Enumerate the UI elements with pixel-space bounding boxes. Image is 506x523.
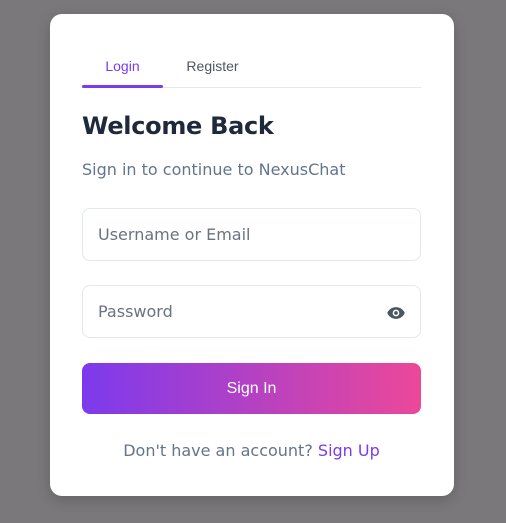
signup-prompt-text: Don't have an account? — [123, 441, 313, 460]
sign-in-button[interactable]: Sign In — [82, 363, 421, 414]
password-input[interactable] — [83, 286, 420, 337]
tab-login[interactable]: Login — [82, 54, 163, 88]
password-field — [82, 285, 421, 338]
page-title: Welcome Back — [82, 112, 274, 140]
page-subtitle: Sign in to continue to NexusChat — [82, 160, 346, 179]
tab-register-label: Register — [186, 58, 239, 74]
active-tab-indicator — [82, 85, 163, 88]
eye-icon[interactable] — [386, 303, 406, 323]
login-card: Login Register Welcome Back Sign in to c… — [50, 14, 454, 496]
signup-prompt: Don't have an account? Sign Up — [82, 441, 421, 460]
sign-up-link[interactable]: Sign Up — [318, 441, 380, 460]
username-field — [82, 208, 421, 261]
auth-tabs: Login Register — [82, 54, 421, 88]
tab-login-label: Login — [105, 58, 140, 74]
username-input[interactable] — [83, 209, 420, 260]
tab-register[interactable]: Register — [163, 54, 262, 87]
